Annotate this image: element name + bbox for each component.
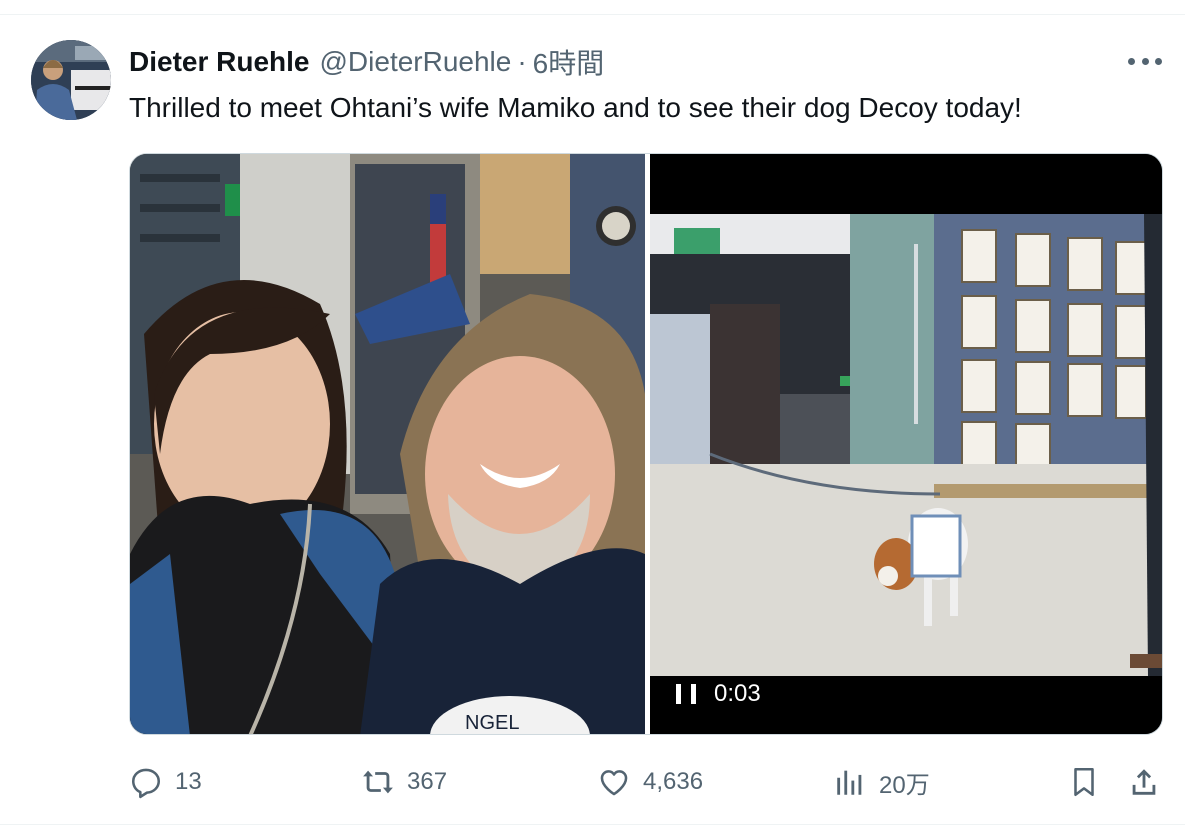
tweet-header: Dieter Ruehle @DieterRuehle · 6時間	[129, 44, 604, 80]
bottom-divider	[0, 824, 1185, 825]
dog-video[interactable]: 0:03	[650, 154, 1162, 734]
like-count: 4,636	[643, 768, 704, 795]
media-grid: NGEL 0:03	[129, 153, 1163, 735]
share-icon	[1132, 769, 1156, 795]
author-avatar[interactable]	[31, 40, 111, 120]
action-bar: 13 367 4,636 20万	[129, 760, 1163, 804]
retweet-icon	[363, 770, 393, 794]
view-count: 20万	[879, 771, 930, 799]
reply-icon	[131, 768, 161, 799]
header-separator: ·	[517, 46, 527, 77]
pause-icon[interactable]	[676, 684, 696, 704]
author-name[interactable]: Dieter Ruehle	[129, 46, 310, 78]
author-handle[interactable]: @DieterRuehle	[320, 46, 512, 78]
bookmark-button[interactable]	[1067, 760, 1101, 804]
bookmark-icon	[1074, 767, 1094, 797]
video-timestamp: 0:03	[714, 680, 761, 707]
reply-count: 13	[175, 768, 202, 795]
more-horizontal-icon[interactable]	[1128, 50, 1162, 72]
avatar-image	[31, 40, 111, 120]
tweet-text: Thrilled to meet Ohtani’s wife Mamiko an…	[129, 92, 1022, 123]
video-frame	[650, 214, 1162, 676]
retweet-button[interactable]: 367	[361, 760, 447, 804]
shirt-text: NGEL	[465, 712, 519, 734]
selfie-photo[interactable]: NGEL	[130, 154, 645, 734]
like-button[interactable]: 4,636	[597, 760, 703, 804]
reply-button[interactable]: 13	[129, 760, 202, 804]
top-divider	[0, 14, 1185, 15]
video-controls: 0:03	[676, 674, 761, 714]
views-button[interactable]: 20万	[833, 760, 930, 804]
tweet-timestamp[interactable]: 6時間	[533, 42, 605, 82]
share-button[interactable]	[1127, 760, 1161, 804]
heart-icon	[600, 770, 628, 796]
analytics-icon	[837, 770, 862, 795]
retweet-count: 367	[407, 768, 448, 795]
